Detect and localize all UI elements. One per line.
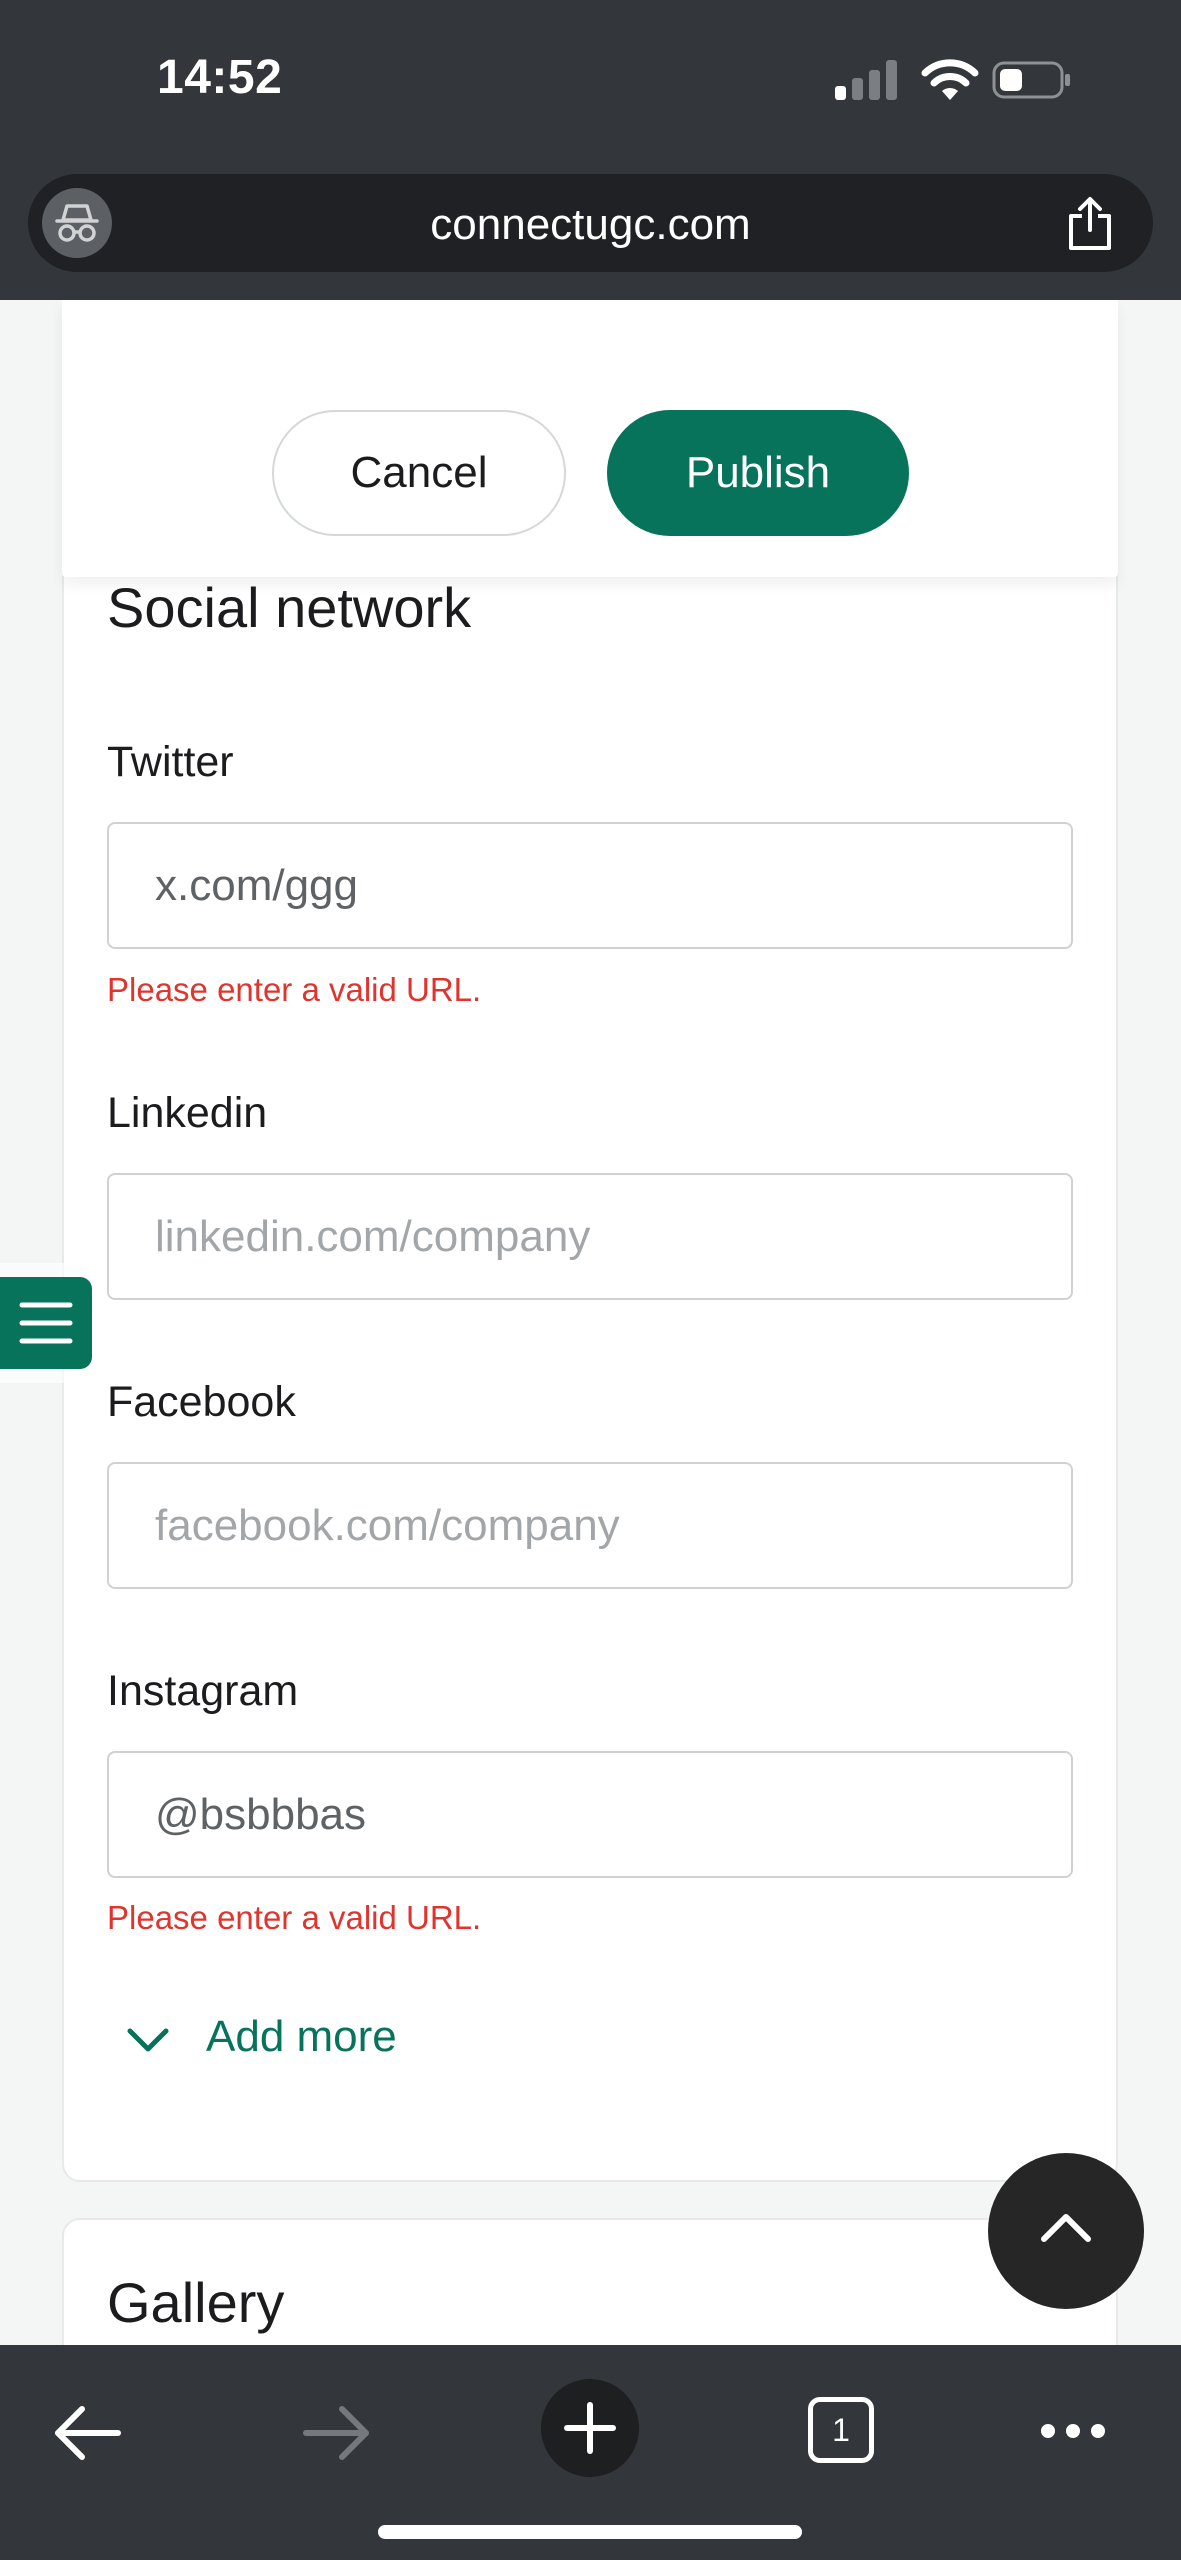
section-title: Social network	[107, 576, 472, 639]
twitter-label: Twitter	[107, 738, 234, 786]
tab-switcher-button[interactable]: 1	[808, 2397, 874, 2463]
facebook-label: Facebook	[107, 1378, 296, 1426]
status-icons	[835, 58, 1080, 102]
instagram-label: Instagram	[107, 1667, 299, 1715]
wifi-icon	[921, 59, 979, 100]
add-more-label: Add more	[206, 2012, 397, 2061]
browser-top-bar: 14:52 connectugc.com	[0, 0, 1181, 300]
instagram-input[interactable]: @bsbbbas	[107, 1751, 1073, 1878]
scroll-to-top-button[interactable]	[988, 2153, 1144, 2309]
facebook-input[interactable]: facebook.com/company	[107, 1462, 1073, 1589]
battery-icon	[992, 61, 1070, 99]
share-icon[interactable]	[1065, 196, 1115, 252]
publish-button[interactable]: Publish	[607, 410, 909, 536]
back-arrow-icon[interactable]	[52, 2405, 122, 2461]
side-menu-button[interactable]	[0, 1277, 92, 1369]
url-text[interactable]: connectugc.com	[28, 200, 1153, 250]
hamburger-menu-icon	[19, 1302, 73, 1344]
chevron-up-icon	[1041, 2214, 1091, 2242]
cellular-signal-icon	[835, 58, 899, 102]
linkedin-input[interactable]: linkedin.com/company	[107, 1173, 1073, 1300]
action-bar: Cancel Publish	[62, 300, 1118, 577]
forward-arrow-icon[interactable]	[302, 2405, 372, 2461]
new-tab-button[interactable]	[541, 2379, 639, 2477]
chevron-down-icon	[127, 2028, 169, 2052]
twitter-error: Please enter a valid URL.	[107, 971, 482, 1008]
twitter-input[interactable]: x.com/ggg	[107, 822, 1073, 949]
instagram-error: Please enter a valid URL.	[107, 1899, 482, 1936]
status-time: 14:52	[157, 51, 283, 104]
linkedin-label: Linkedin	[107, 1089, 268, 1137]
more-dots-icon[interactable]	[1040, 2423, 1106, 2439]
plus-icon	[564, 2402, 616, 2454]
cancel-button[interactable]: Cancel	[272, 410, 566, 536]
gallery-title: Gallery	[107, 2271, 285, 2334]
address-bar[interactable]: connectugc.com	[28, 174, 1153, 272]
home-indicator	[378, 2525, 802, 2539]
